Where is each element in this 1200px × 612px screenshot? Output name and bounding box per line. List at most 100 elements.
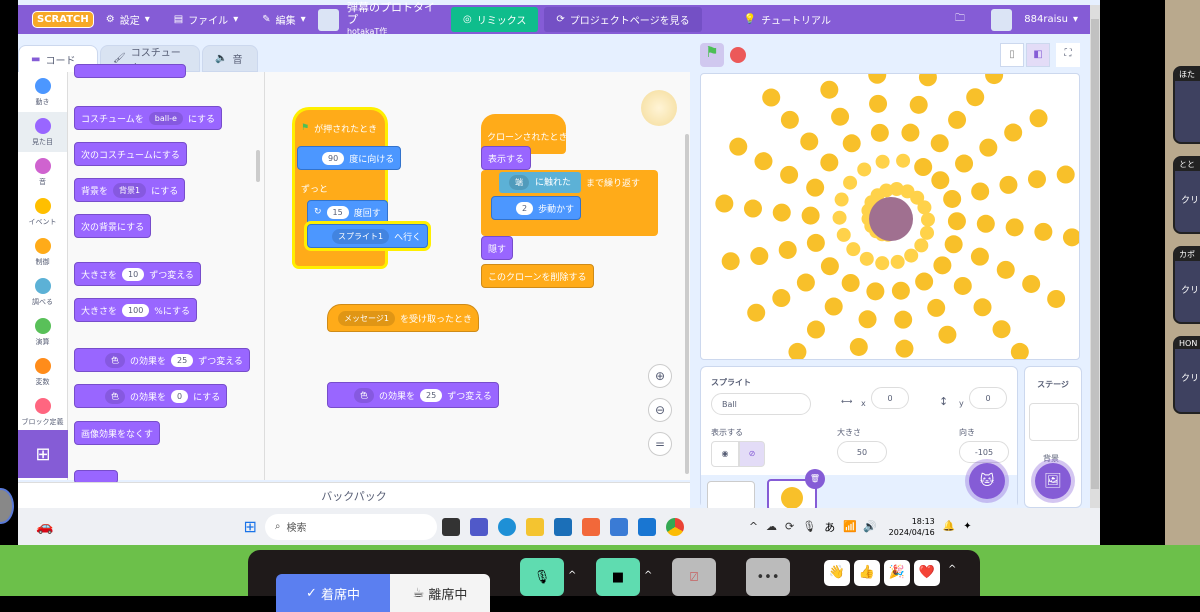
size-change-input[interactable]: 10 xyxy=(122,267,145,281)
edit-menu[interactable]: ✎ 編集 ▾ xyxy=(250,5,317,34)
category-1[interactable]: 見た目 xyxy=(18,112,67,152)
palette-next-backdrop[interactable]: 次の背景にする xyxy=(74,214,152,238)
more-button[interactable]: ••• xyxy=(746,558,790,596)
task-view-icon[interactable] xyxy=(441,517,460,536)
add-backdrop-button[interactable]: 🖼 xyxy=(1035,463,1071,499)
message-dropdown[interactable]: メッセージ1 xyxy=(338,310,395,326)
effect-dropdown[interactable]: 色 xyxy=(105,388,125,404)
reaction-button[interactable]: 🎉 xyxy=(884,560,910,586)
photos-icon[interactable] xyxy=(637,517,656,536)
category-4[interactable]: 制御 xyxy=(18,232,67,272)
effect-change-input[interactable]: 25 xyxy=(171,353,194,367)
show-block[interactable]: 表示する xyxy=(481,146,532,170)
when-receive-block[interactable]: メッセージ1 を受け取ったとき xyxy=(327,304,479,332)
remix-button[interactable]: ◎ リミックス xyxy=(450,7,539,32)
x-input[interactable]: 0 xyxy=(871,387,909,409)
participant-card[interactable]: とと クリ xyxy=(1173,156,1200,234)
when-flag-clicked-block[interactable]: ⚑ が押されたとき xyxy=(295,116,383,140)
fullscreen-button[interactable]: ⛶ xyxy=(1056,43,1080,67)
direction-input[interactable]: -105 xyxy=(959,441,1009,463)
ime-indicator[interactable]: あ xyxy=(824,519,835,535)
show-visible-button[interactable]: ◉ xyxy=(711,441,739,467)
my-stuff-button[interactable]: 🗀 xyxy=(943,5,977,34)
stage-thumbnail[interactable] xyxy=(1029,403,1079,441)
category-0[interactable]: 動き xyxy=(18,72,67,112)
reaction-button[interactable]: 👋 xyxy=(824,560,850,586)
turn-input[interactable]: 15 xyxy=(326,205,349,219)
participant-card[interactable]: カポ クリ xyxy=(1173,246,1200,324)
camera-button[interactable]: ■ xyxy=(596,558,640,596)
turn-block[interactable]: ↻ 15 度回す xyxy=(307,200,388,224)
effect-input[interactable]: 25 xyxy=(420,388,443,402)
category-8[interactable]: ブロック定義 xyxy=(18,392,67,432)
car-icon[interactable]: 🚗 xyxy=(36,519,53,535)
tray-icons[interactable]: ^☁⟳🎙 xyxy=(749,520,824,533)
size-input[interactable]: 50 xyxy=(837,441,887,463)
palette-set-effect[interactable]: 色の効果を 0 にする xyxy=(74,384,228,408)
stop-button[interactable] xyxy=(730,47,746,63)
goto-dropdown[interactable]: スプライト1 xyxy=(332,228,390,244)
normal-stage-button[interactable]: ◧ xyxy=(1026,43,1050,67)
mic-button[interactable]: 🎙 xyxy=(520,558,564,596)
project-title[interactable]: 弾幕のプロトタイプ xyxy=(347,1,443,26)
effect-dropdown[interactable]: 色 xyxy=(354,387,374,403)
taskbar-search[interactable]: ⌕ 検索 xyxy=(264,513,437,540)
palette-change-size[interactable]: 大きさを 10 ずつ変える xyxy=(74,262,201,286)
y-input[interactable]: 0 xyxy=(969,387,1007,409)
camera-options-chevron-icon[interactable]: ^ xyxy=(644,570,652,581)
move-steps-block[interactable]: 2 歩動かす xyxy=(491,196,582,220)
scratch-logo[interactable]: SCRATCH xyxy=(32,11,94,28)
chrome-icon[interactable] xyxy=(665,517,684,536)
reaction-button[interactable]: 👍 xyxy=(854,560,880,586)
present-status-button[interactable]: ✓ 着席中 xyxy=(276,574,390,612)
zoom-out-button[interactable]: ⊖ xyxy=(648,398,672,422)
direction-input[interactable]: 90 xyxy=(322,151,345,165)
touching-dropdown[interactable]: 端 xyxy=(509,174,529,190)
app-icon[interactable] xyxy=(581,517,600,536)
windows-start-icon[interactable]: ⊞ xyxy=(243,517,256,536)
settings-menu[interactable]: ⚙ 設定 ▾ xyxy=(94,5,162,34)
size-set-input[interactable]: 100 xyxy=(122,303,150,317)
palette-clear-effects[interactable]: 画像効果をなくす xyxy=(74,421,161,445)
tab-sound[interactable]: 🔈 音 xyxy=(202,45,258,72)
costume-dropdown[interactable]: ball-e xyxy=(148,111,183,125)
stage[interactable] xyxy=(700,73,1080,360)
clock[interactable]: 18:13 2024/04/16 xyxy=(889,516,935,538)
effect-set-input[interactable]: 0 xyxy=(171,389,189,403)
change-effect-block[interactable]: 色の効果を 25 ずつ変える xyxy=(327,382,499,408)
category-6[interactable]: 演算 xyxy=(18,312,67,352)
delete-sprite-button[interactable]: 🗑 xyxy=(805,469,825,489)
add-sprite-button[interactable]: 🐱 xyxy=(969,463,1005,499)
teams-icon[interactable] xyxy=(469,517,488,536)
hide-visible-button[interactable]: ⊘ xyxy=(739,441,765,467)
category-7[interactable]: 変数 xyxy=(18,352,67,392)
window-scrollbar[interactable] xyxy=(1090,5,1100,508)
edge-icon[interactable] xyxy=(497,517,516,536)
hide-block[interactable]: 隠す xyxy=(481,236,514,260)
sprite-name-input[interactable]: Ball xyxy=(711,393,811,415)
participant-card[interactable]: HON クリ xyxy=(1173,336,1200,414)
category-2[interactable]: 音 xyxy=(18,152,67,192)
goto-block[interactable]: スプライト1 へ行く xyxy=(307,224,429,248)
account-menu[interactable]: 884raisu ▾ xyxy=(1012,5,1090,34)
palette-block-partial[interactable] xyxy=(74,64,186,78)
green-flag-button[interactable]: ⚑ xyxy=(700,43,724,67)
mail-icon[interactable] xyxy=(609,517,628,536)
avatar[interactable] xyxy=(990,8,1013,31)
zoom-in-button[interactable]: ⊕ xyxy=(648,364,672,388)
delete-clone-block[interactable]: このクローンを削除する xyxy=(481,264,594,288)
backdrop-dropdown[interactable]: 背景1 xyxy=(113,182,147,198)
steps-input[interactable]: 2 xyxy=(516,201,534,215)
palette-next-costume[interactable]: 次のコスチュームにする xyxy=(74,142,187,166)
participant-card[interactable]: ほた xyxy=(1173,66,1200,144)
project-page-button[interactable]: ⟳ プロジェクトページを見る xyxy=(544,7,702,32)
when-clone-starts-block[interactable]: クローンされたとき xyxy=(481,124,574,148)
reaction-button[interactable]: ❤️ xyxy=(914,560,940,586)
palette-switch-costume[interactable]: コスチュームを ball-e にする xyxy=(74,106,223,130)
point-direction-block[interactable]: 90 度に向ける xyxy=(297,146,402,170)
copilot-icon[interactable]: ✦ xyxy=(963,521,971,532)
effect-dropdown[interactable]: 色 xyxy=(105,352,125,368)
palette-switch-backdrop[interactable]: 背景を 背景1 にする xyxy=(74,178,186,202)
backpack[interactable]: バックパック xyxy=(18,482,690,508)
mic-options-chevron-icon[interactable]: ^ xyxy=(568,570,576,581)
